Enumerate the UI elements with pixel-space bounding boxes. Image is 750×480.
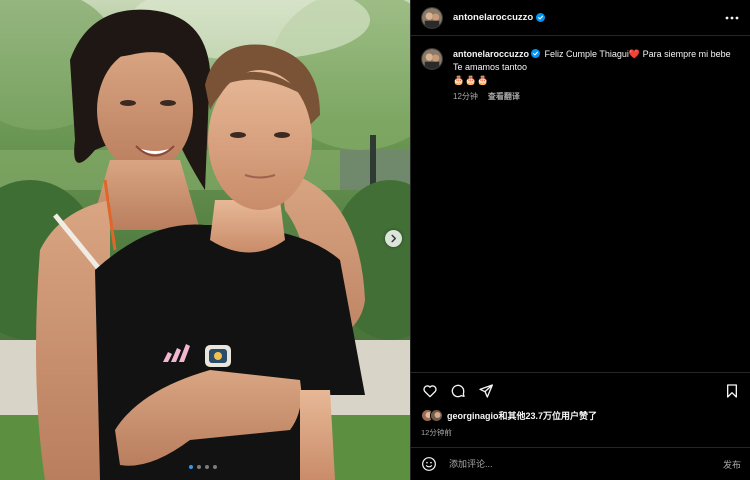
caption-line1: Feliz Cumple Thiagui xyxy=(544,49,629,59)
caption-avatar[interactable] xyxy=(421,48,443,70)
cake-emojis: 🎂🎂🎂 xyxy=(453,75,490,85)
author-username[interactable]: antonelaroccuzzo xyxy=(453,12,533,23)
caption-line2: Te amamos tantoo xyxy=(453,62,528,72)
comment-icon xyxy=(451,384,465,397)
caption-meta: 12分钟 查看翻译 xyxy=(453,90,738,103)
carousel-dot xyxy=(189,465,193,469)
send-icon xyxy=(479,383,493,398)
more-options-icon xyxy=(725,16,739,19)
save-button[interactable] xyxy=(723,382,741,400)
translate-link[interactable]: 查看翻译 xyxy=(488,90,520,103)
comment-bar: 发布 xyxy=(411,447,750,480)
action-bar xyxy=(411,372,750,408)
emoji-icon[interactable] xyxy=(421,456,437,472)
post-photo xyxy=(0,0,410,480)
carousel-dot xyxy=(197,465,201,469)
avatar[interactable] xyxy=(421,6,443,29)
comment-input[interactable] xyxy=(449,459,723,469)
avatar xyxy=(430,409,443,422)
post-header: antonelaroccuzzo xyxy=(411,0,750,36)
verified-badge-icon xyxy=(536,13,546,22)
more-options-button[interactable] xyxy=(724,10,740,26)
comment-button[interactable] xyxy=(449,382,467,400)
caption-username[interactable]: antonelaroccuzzo xyxy=(453,49,529,59)
likes-summary[interactable]: georginagio 和其他23.7万位用户赞了 xyxy=(421,409,597,422)
carousel-dot xyxy=(205,465,209,469)
heart-emoji: ❤️ xyxy=(628,49,641,59)
caption-area: antonelaroccuzzo Feliz Cumple Thiagui❤️ … xyxy=(411,36,750,372)
heart-icon xyxy=(423,384,437,397)
share-button[interactable] xyxy=(477,382,495,400)
liker-username[interactable]: georginagio xyxy=(447,411,499,421)
caption: antonelaroccuzzo Feliz Cumple Thiagui❤️ … xyxy=(421,48,740,103)
liker-avatars xyxy=(421,409,443,422)
post-timestamp: 12分钟前 xyxy=(421,428,452,437)
carousel-indicator xyxy=(189,465,217,469)
caption-text: antonelaroccuzzo Feliz Cumple Thiagui❤️ … xyxy=(453,48,738,103)
chevron-right-icon xyxy=(391,234,397,243)
post-comment-button[interactable]: 发布 xyxy=(723,458,741,471)
caption-time: 12分钟 xyxy=(453,92,478,101)
carousel-dot xyxy=(213,465,217,469)
verified-badge-icon xyxy=(531,49,541,58)
carousel-next-button[interactable] xyxy=(385,230,402,247)
caption-line1-tail: Para siempre mi bebe xyxy=(642,49,731,59)
instagram-post-view: antonelaroccuzzo antonelaroccuzzo Feliz … xyxy=(0,0,750,480)
like-button[interactable] xyxy=(421,382,439,400)
post-panel: antonelaroccuzzo antonelaroccuzzo Feliz … xyxy=(410,0,750,480)
likes-count-text: 和其他23.7万位用户赞了 xyxy=(498,411,598,421)
bookmark-icon xyxy=(727,383,737,398)
post-media[interactable] xyxy=(0,0,410,480)
